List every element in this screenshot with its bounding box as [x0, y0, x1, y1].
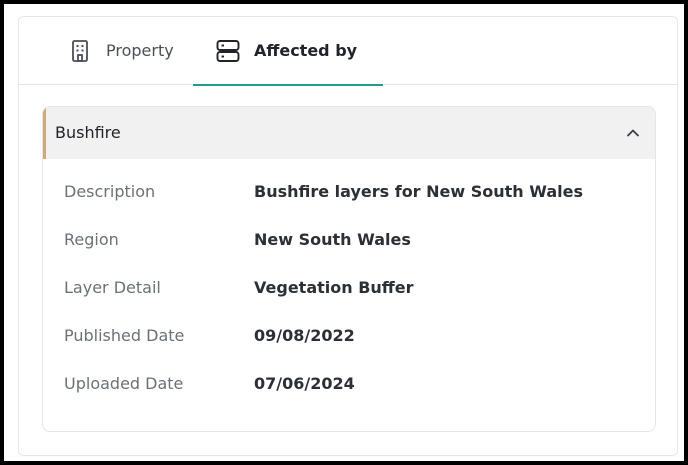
accordion-title: Bushfire	[55, 123, 121, 142]
window-frame: Property Affected by Bushfire Descriptio…	[0, 0, 688, 465]
building-icon	[67, 39, 93, 64]
field-value: 09/08/2022	[254, 326, 355, 345]
field-label: Uploaded Date	[64, 374, 184, 393]
field-row-uploaded-date: Uploaded Date 07/06/2024	[64, 374, 644, 422]
accordion-header[interactable]: Bushfire	[43, 107, 655, 159]
field-row-published-date: Published Date 09/08/2022	[64, 326, 644, 374]
accordion-body: Description Bushfire layers for New Sout…	[64, 182, 644, 422]
details-panel: Property Affected by Bushfire Descriptio…	[18, 16, 678, 456]
tab-property-label: Property	[106, 41, 174, 60]
field-value: Bushfire layers for New South Wales	[254, 182, 583, 201]
tab-bar: Property Affected by	[19, 17, 677, 86]
tab-affected-by[interactable]: Affected by	[192, 39, 384, 86]
field-value: New South Wales	[254, 230, 411, 249]
field-row-region: Region New South Wales	[64, 230, 644, 278]
field-value: 07/06/2024	[254, 374, 355, 393]
server-stack-icon	[215, 39, 241, 64]
field-row-layer-detail: Layer Detail Vegetation Buffer	[64, 278, 644, 326]
field-value: Vegetation Buffer	[254, 278, 414, 297]
bushfire-accordion: Bushfire Description Bushfire layers for…	[42, 106, 656, 432]
field-row-description: Description Bushfire layers for New Sout…	[64, 182, 644, 230]
tab-affected-by-label: Affected by	[254, 41, 358, 60]
field-label: Published Date	[64, 326, 185, 345]
field-label: Layer Detail	[64, 278, 161, 297]
field-label: Description	[64, 182, 156, 201]
field-label: Region	[64, 230, 119, 249]
tab-property[interactable]: Property	[61, 39, 180, 85]
